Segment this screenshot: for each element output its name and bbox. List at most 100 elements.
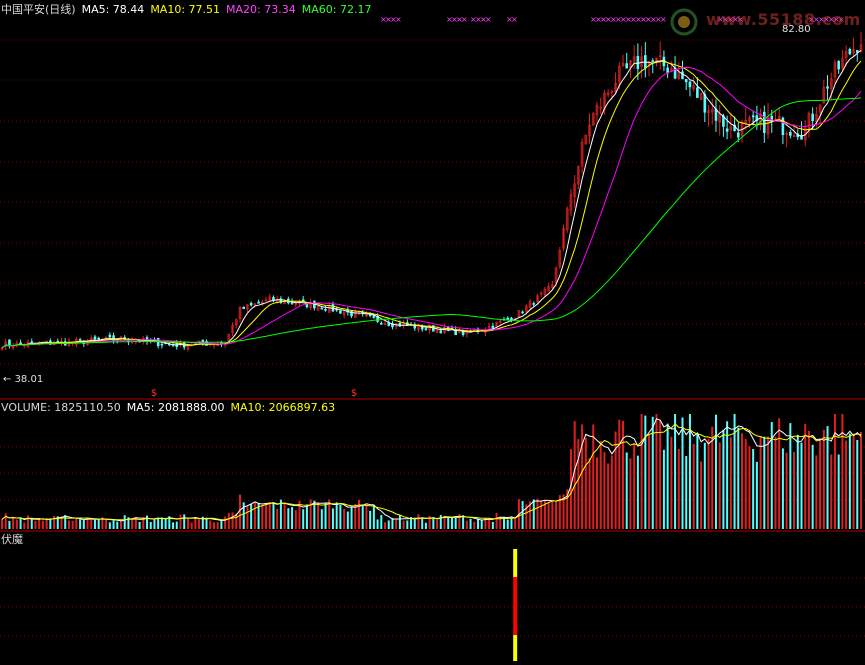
volume-bar bbox=[67, 520, 70, 529]
volume-bar bbox=[346, 511, 349, 529]
volume-bar bbox=[830, 454, 833, 529]
candle-body bbox=[93, 336, 97, 340]
volume-bar bbox=[659, 420, 662, 529]
volume-bar bbox=[417, 514, 420, 529]
volume-bar bbox=[432, 517, 435, 529]
volume-bar bbox=[633, 443, 636, 529]
volume-bar bbox=[815, 455, 818, 529]
candle-body bbox=[379, 322, 383, 325]
volume-bar bbox=[424, 522, 427, 529]
volume-bar bbox=[265, 502, 268, 529]
volume-bar bbox=[246, 505, 249, 529]
volume-bar bbox=[71, 520, 74, 529]
watermark-logo-icon bbox=[670, 8, 698, 36]
volume-bar bbox=[365, 503, 368, 529]
volume-ma5-label: MA5: 2081888.00 bbox=[126, 401, 225, 414]
volume-bar bbox=[640, 414, 643, 529]
volume-bar bbox=[811, 444, 814, 529]
volume-bar bbox=[146, 515, 149, 529]
volume-bar bbox=[357, 499, 360, 529]
volume-bar bbox=[506, 519, 509, 529]
volume-bar bbox=[287, 508, 290, 529]
volume-bar bbox=[480, 520, 483, 529]
volume-bar bbox=[320, 509, 323, 529]
volume-bar bbox=[741, 433, 744, 529]
volume-bar bbox=[662, 449, 665, 529]
candle-body bbox=[506, 317, 510, 320]
low-price-label: ← 38.01 bbox=[3, 374, 44, 385]
ma10-label: MA10: 77.51 bbox=[150, 3, 221, 16]
volume-bar bbox=[759, 436, 762, 529]
volume-bar bbox=[469, 518, 472, 529]
volume-bar bbox=[625, 452, 628, 529]
volume-bar bbox=[454, 517, 457, 529]
price-panel-header: 中国平安(日线) MA5: 78.44 MA10: 77.51 MA20: 73.34… bbox=[1, 3, 377, 17]
volume-bar bbox=[536, 498, 539, 529]
candle-body bbox=[763, 111, 766, 133]
volume-bar bbox=[421, 518, 424, 529]
candle-body bbox=[242, 306, 246, 310]
volume-bar bbox=[231, 512, 234, 529]
volume-bar bbox=[744, 438, 747, 529]
candle-body bbox=[848, 49, 852, 55]
volume-bar bbox=[648, 433, 651, 529]
volume-bar bbox=[752, 449, 755, 529]
volume-ma10-label: MA10: 2066897.63 bbox=[230, 401, 336, 414]
volume-bar bbox=[793, 451, 796, 529]
volume-bar bbox=[510, 518, 513, 529]
volume-bar bbox=[268, 502, 271, 529]
volume-bar bbox=[1, 519, 3, 529]
indicator-signal bbox=[513, 549, 518, 661]
volume-bar bbox=[12, 516, 15, 529]
volume-bar bbox=[309, 499, 312, 529]
volume-bar bbox=[82, 520, 85, 529]
volume-bar bbox=[179, 514, 182, 529]
volume-bar bbox=[822, 429, 825, 529]
volume-bar bbox=[465, 520, 468, 529]
volume-bar bbox=[105, 519, 108, 529]
volume-bar bbox=[242, 502, 245, 529]
ma60-line bbox=[1, 97, 862, 349]
volume-bar bbox=[302, 509, 305, 529]
volume-bar bbox=[317, 502, 320, 529]
dollar-markers: $ $ bbox=[151, 388, 357, 399]
volume-bar bbox=[75, 518, 78, 529]
volume-bar bbox=[856, 439, 859, 529]
volume-bar bbox=[354, 504, 357, 529]
volume-bar bbox=[253, 502, 256, 529]
volume-bar bbox=[729, 437, 732, 529]
volume-bar bbox=[93, 519, 96, 529]
candle-body bbox=[320, 307, 324, 310]
volume-bar bbox=[755, 461, 758, 529]
candle-body bbox=[696, 87, 699, 98]
volume-bar bbox=[27, 515, 30, 529]
volume-bar bbox=[183, 514, 186, 529]
volume-bar bbox=[369, 510, 372, 529]
volume-bar bbox=[804, 424, 807, 529]
volume-bar bbox=[603, 452, 606, 529]
volume-bar bbox=[123, 515, 126, 529]
volume-bar bbox=[860, 432, 862, 529]
volume-bar bbox=[41, 520, 44, 529]
volume-bar bbox=[618, 419, 621, 529]
volume-bar bbox=[227, 513, 230, 529]
volume-bars bbox=[1, 414, 862, 529]
price-moving-averages bbox=[1, 50, 862, 349]
volume-label: VOLUME: 1825110.50 bbox=[1, 401, 121, 414]
volume-bar bbox=[514, 518, 517, 529]
volume-bar bbox=[610, 455, 613, 529]
volume-bar bbox=[700, 461, 703, 529]
volume-bar bbox=[350, 506, 353, 529]
volume-bar bbox=[573, 421, 576, 529]
low-price-value: 38.01 bbox=[14, 374, 44, 385]
volume-bar bbox=[335, 502, 338, 529]
volume-bar bbox=[462, 515, 465, 529]
volume-bar bbox=[789, 423, 792, 529]
candle-body bbox=[108, 334, 112, 338]
volume-bar bbox=[833, 414, 836, 529]
signal-bar-middle bbox=[513, 577, 518, 635]
candle-body bbox=[249, 302, 253, 306]
volume-bar bbox=[439, 514, 442, 529]
volume-bar bbox=[216, 522, 219, 529]
volume-bar bbox=[781, 448, 784, 529]
